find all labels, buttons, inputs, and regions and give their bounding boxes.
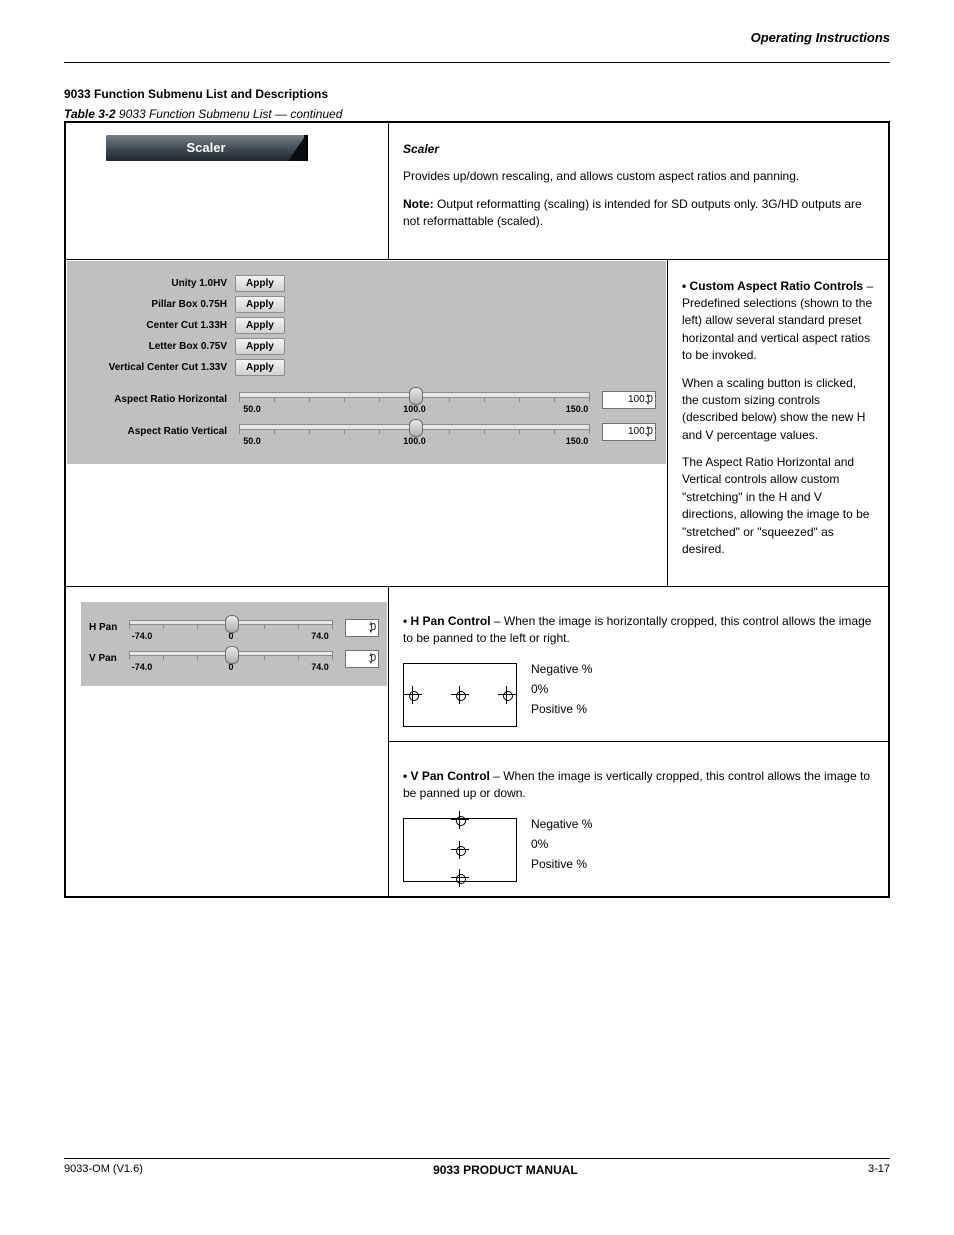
apply-button[interactable]: Apply — [235, 275, 285, 292]
stepper-icon[interactable]: ▲▼ — [645, 393, 654, 407]
legend-pos: Positive % — [531, 854, 592, 874]
preset-label: Pillar Box 0.75H — [77, 299, 235, 310]
tick-label: 100.0 — [400, 404, 430, 414]
legend-pos: Positive % — [531, 699, 592, 719]
function-table: Scaler Scaler Provides up/down rescaling… — [64, 121, 890, 898]
slider-label: V Pan — [89, 653, 125, 664]
scaler-chip: Scaler — [106, 135, 306, 161]
legend-neg: Negative % — [531, 659, 592, 679]
tick-label: 50.0 — [237, 436, 267, 446]
apply-button[interactable]: Apply — [235, 317, 285, 334]
scaler-lead: Scaler — [403, 142, 439, 156]
table-intro-label: Table 3-2 — [64, 107, 116, 121]
arc-h-slider[interactable]: 50.0 100.0 150.0 — [235, 386, 594, 414]
page-footer: 9033-OM (V1.6) 9033 PRODUCT MANUAL 3-17 — [64, 1158, 890, 1177]
tick-label: -74.0 — [127, 631, 157, 641]
pan-panel: H Pan -74.0 0 74.0 0 ▲▼ — [80, 601, 388, 687]
arc-lead: • Custom Aspect Ratio Controls — [682, 279, 863, 293]
slider-label: Aspect Ratio Vertical — [77, 426, 235, 437]
table-row: Scaler Scaler Provides up/down rescaling… — [65, 122, 889, 259]
hpan-lead: • H Pan Control — [403, 614, 491, 628]
arc-body-2: When a scaling button is clicked, the cu… — [682, 375, 874, 445]
table-row: Unity 1.0HVApply Pillar Box 0.75HApply C… — [65, 259, 889, 587]
apply-button[interactable]: Apply — [235, 296, 285, 313]
footer-right: 3-17 — [868, 1163, 890, 1177]
header-section: Operating Instructions — [751, 30, 890, 45]
tick-label: 150.0 — [562, 436, 592, 446]
vpan-lead: • V Pan Control — [403, 769, 490, 783]
preset-label: Letter Box 0.75V — [77, 341, 235, 352]
aspect-ratio-panel: Unity 1.0HVApply Pillar Box 0.75HApply C… — [66, 260, 667, 465]
arc-h-value[interactable]: 100.0 ▲▼ — [602, 391, 656, 409]
preset-label: Unity 1.0HV — [77, 278, 235, 289]
legend-zero: 0% — [531, 679, 592, 699]
arc-body-3: The Aspect Ratio Horizontal and Vertical… — [682, 454, 874, 558]
scaler-desc-1: Provides up/down rescaling, and allows c… — [403, 168, 874, 185]
legend-zero: 0% — [531, 834, 592, 854]
apply-button[interactable]: Apply — [235, 338, 285, 355]
vpan-section: • V Pan Control – When the image is vert… — [389, 742, 888, 896]
table-row: H Pan -74.0 0 74.0 0 ▲▼ — [65, 587, 889, 897]
preset-label: Center Cut 1.33H — [77, 320, 235, 331]
apply-button[interactable]: Apply — [235, 359, 285, 376]
preset-label: Vertical Center Cut 1.33V — [77, 362, 235, 373]
tick-label: 74.0 — [305, 631, 335, 641]
tick-label: 100.0 — [400, 436, 430, 446]
vpan-slider[interactable]: -74.0 0 74.0 — [125, 645, 337, 672]
hpan-section: • H Pan Control – When the image is hori… — [389, 587, 888, 741]
slider-label: Aspect Ratio Horizontal — [77, 394, 235, 405]
tick-label: 150.0 — [562, 404, 592, 414]
tick-label: -74.0 — [127, 662, 157, 672]
tick-label: 50.0 — [237, 404, 267, 414]
hpan-diagram — [403, 663, 517, 727]
slider-label: H Pan — [89, 622, 125, 633]
table-intro-rest: 9033 Function Submenu List — continued — [119, 107, 342, 121]
hpan-value[interactable]: 0 ▲▼ — [345, 619, 379, 637]
stepper-icon[interactable]: ▲▼ — [368, 652, 377, 666]
note-label: Note: — [403, 197, 434, 211]
legend-neg: Negative % — [531, 814, 592, 834]
table-intro: Table 3-2 9033 Function Submenu List — c… — [64, 107, 890, 121]
stepper-icon[interactable]: ▲▼ — [368, 621, 377, 635]
note-body: Output reformatting (scaling) is intende… — [403, 197, 862, 228]
arc-v-value[interactable]: 100.0 ▲▼ — [602, 423, 656, 441]
tick-label: 74.0 — [305, 662, 335, 672]
arc-v-slider[interactable]: 50.0 100.0 150.0 — [235, 418, 594, 446]
stepper-icon[interactable]: ▲▼ — [645, 425, 654, 439]
header-rule — [64, 62, 890, 63]
hpan-slider[interactable]: -74.0 0 74.0 — [125, 614, 337, 641]
footer-left: 9033-OM (V1.6) — [64, 1163, 143, 1177]
vpan-diagram — [403, 818, 517, 882]
footer-mid: 9033 PRODUCT MANUAL — [433, 1163, 578, 1177]
vpan-value[interactable]: 0 ▲▼ — [345, 650, 379, 668]
section-title: 9033 Function Submenu List and Descripti… — [64, 87, 890, 101]
